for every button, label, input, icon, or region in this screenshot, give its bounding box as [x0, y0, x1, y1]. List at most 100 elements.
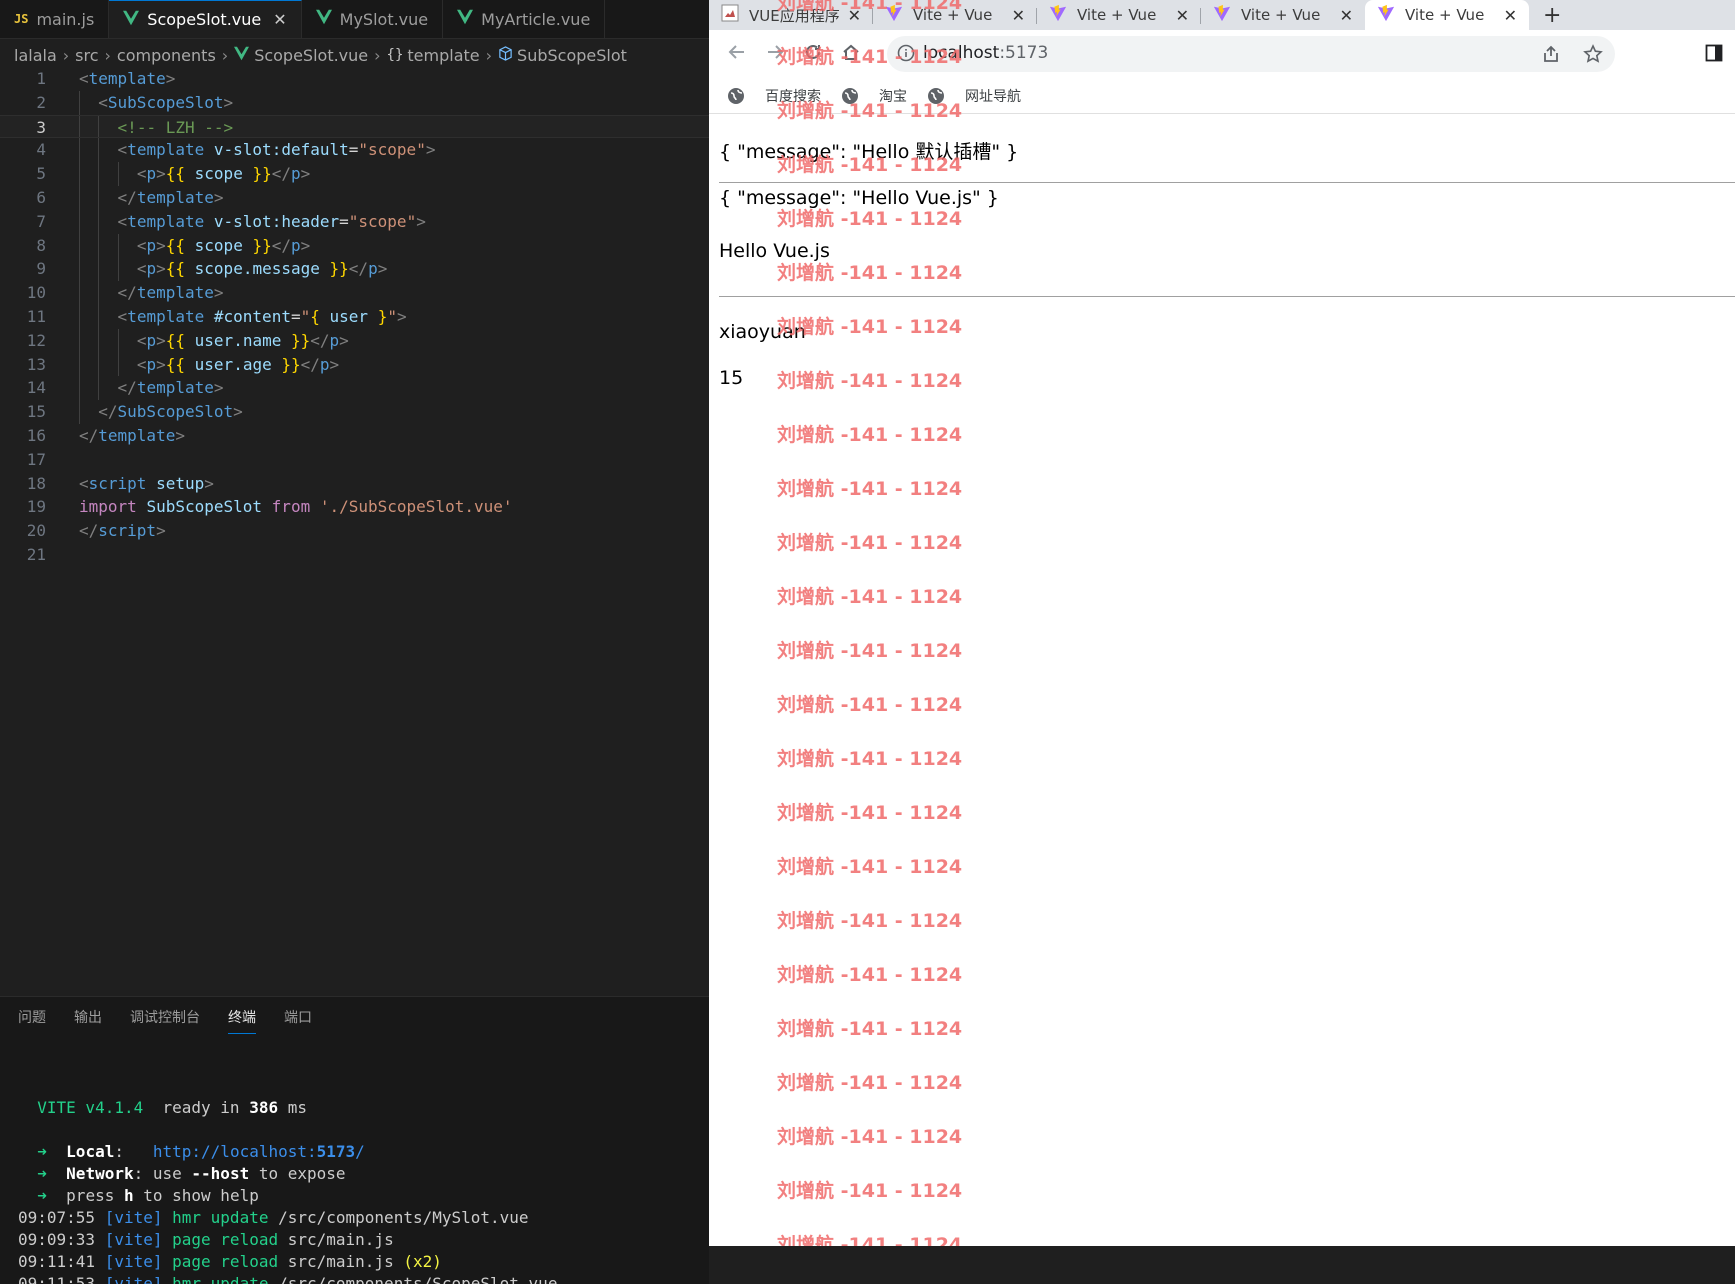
code-line[interactable]: 6 </template>: [0, 185, 709, 210]
terminal-line: 09:09:33 [vite] page reload src/main.js: [18, 1229, 557, 1251]
editor-tab-main-js[interactable]: JS main.js: [0, 0, 110, 38]
browser-tab[interactable]: Vite + Vue ✕: [1201, 0, 1365, 30]
close-icon[interactable]: ✕: [1340, 6, 1353, 25]
breadcrumb-item[interactable]: ScopeSlot.vue: [254, 46, 368, 65]
terminal-line: ➜ Local: http://localhost:5173/: [18, 1141, 557, 1163]
panel-tab[interactable]: 问题: [18, 1007, 46, 1034]
code-text: <SubScopeSlot>: [98, 91, 233, 115]
browser-tab[interactable]: Vite + Vue ✕: [1037, 0, 1201, 30]
terminal-output[interactable]: VITE v4.1.4 ready in 386 ms ➜ Local: htt…: [18, 1075, 557, 1284]
editor-tab-scopeslot-vue[interactable]: ScopeSlot.vue ✕: [109, 0, 302, 38]
editor-tab-myarticle-vue[interactable]: MyArticle.vue: [443, 0, 606, 38]
editor-tab-label: ScopeSlot.vue: [147, 10, 262, 29]
breadcrumb-item[interactable]: SubScopeSlot: [517, 46, 627, 65]
code-line[interactable]: 10 </template>: [0, 281, 709, 305]
code-line[interactable]: 14 </template>: [0, 376, 709, 401]
bookmark-item[interactable]: 百度搜索: [727, 86, 821, 106]
breadcrumb-item[interactable]: components: [117, 46, 216, 65]
panel-tab[interactable]: 调试控制台: [130, 1007, 200, 1034]
code-token: >: [416, 211, 426, 231]
code-line[interactable]: 1 <template>: [0, 67, 709, 91]
code-token: >: [213, 283, 224, 303]
code-line[interactable]: 9 <p>{{ scope.message }}</p>: [0, 257, 709, 282]
terminal-text: VITE v4.1.4: [18, 1098, 144, 1117]
sidebar-icon[interactable]: [1705, 44, 1723, 66]
code-area[interactable]: 1 <template> 2 <SubScopeSlot> 3 <!-- LZH --> 4…: [0, 67, 709, 567]
user-age: 15: [719, 367, 744, 389]
reload-icon[interactable]: [803, 42, 823, 67]
code-line[interactable]: 16 </template>: [0, 424, 709, 448]
code-token: </: [79, 521, 99, 541]
breadcrumb-item[interactable]: template: [407, 46, 479, 65]
panel-tab[interactable]: 输出: [74, 1007, 102, 1034]
panel-tab[interactable]: 端口: [284, 1007, 312, 1034]
new-tab-button[interactable]: +: [1543, 3, 1561, 28]
code-token: </: [117, 378, 137, 398]
code-line[interactable]: 20 </script>: [0, 519, 709, 543]
code-line[interactable]: 4 <template v-slot:default="scope">: [0, 138, 709, 163]
indent-guide: [117, 257, 119, 282]
code-text: <p>{{ scope }}</p>: [137, 234, 310, 258]
breadcrumb-item[interactable]: lalala: [14, 46, 57, 65]
bookmark-item[interactable]: 网址导航: [927, 86, 1021, 106]
close-icon[interactable]: ✕: [273, 10, 286, 29]
info-icon[interactable]: [897, 44, 915, 66]
terminal-line: 09:07:55 [vite] hmr update /src/componen…: [18, 1207, 557, 1229]
close-icon[interactable]: ✕: [1504, 6, 1517, 25]
terminal-text: h: [123, 1186, 134, 1205]
code-line[interactable]: 2 <SubScopeSlot>: [0, 90, 709, 115]
terminal-line: 09:11:41 [vite] page reload src/main.js …: [18, 1251, 557, 1273]
chevron-right-icon: ›: [62, 45, 70, 65]
home-icon[interactable]: [841, 42, 861, 67]
code-line[interactable]: 3 <!-- LZH -->: [0, 114, 709, 139]
code-line[interactable]: 12 <p>{{ user.name }}</p>: [0, 328, 709, 353]
forward-icon[interactable]: [765, 42, 785, 67]
code-token: template: [127, 140, 205, 160]
code-token: }: [377, 306, 388, 326]
address-bar[interactable]: localhost:5173: [887, 36, 1615, 72]
code-token: p: [146, 330, 157, 350]
code-line[interactable]: 18 <script setup>: [0, 472, 709, 496]
editor-tab-myslot-vue[interactable]: MySlot.vue: [302, 0, 444, 38]
share-icon[interactable]: [1541, 44, 1561, 68]
code-text: <template #content="{ user }">: [118, 305, 407, 329]
code-text: </template>: [79, 424, 185, 448]
code-line[interactable]: 19 import SubScopeSlot from './SubScopeSl…: [0, 495, 709, 519]
code-token: scope: [194, 164, 243, 184]
code-line[interactable]: 11 <template #content="{ user }">: [0, 304, 709, 329]
close-icon[interactable]: ✕: [1012, 6, 1025, 25]
code-token: p: [291, 164, 301, 184]
browser-tab[interactable]: Vite + Vue ✕: [1365, 0, 1529, 30]
terminal-text: 5173: [316, 1142, 356, 1161]
breadcrumb-item[interactable]: src: [75, 46, 98, 65]
code-text: </script>: [79, 519, 166, 543]
code-line[interactable]: 21: [0, 543, 709, 567]
back-icon[interactable]: [727, 42, 747, 67]
bookmark-label: 网址导航: [965, 88, 1021, 105]
code-line[interactable]: 13 <p>{{ user.age }}</p>: [0, 352, 709, 377]
browser-tab[interactable]: Vite + Vue ✕: [873, 0, 1037, 30]
close-icon[interactable]: ✕: [1176, 6, 1189, 25]
star-icon[interactable]: [1583, 44, 1603, 68]
code-line[interactable]: 8 <p>{{ scope }}</p>: [0, 233, 709, 258]
terminal-text: [vite]: [104, 1274, 163, 1284]
code-token: </: [117, 283, 137, 303]
code-line[interactable]: 5 <p>{{ scope }}</p>: [0, 162, 709, 186]
panel-tab[interactable]: 终端: [228, 1007, 256, 1034]
terminal-text: (x2): [403, 1252, 442, 1271]
code-token: >: [213, 378, 224, 398]
line-number: 2: [36, 92, 46, 112]
close-icon[interactable]: ✕: [848, 6, 861, 25]
code-line[interactable]: 7 <template v-slot:header="scope">: [0, 209, 709, 234]
code-token: p: [146, 235, 157, 255]
bookmark-item[interactable]: 淘宝: [841, 86, 907, 106]
taskbar-strip: [709, 1246, 1735, 1284]
browser-tab[interactable]: VUE应用程序 ✕: [709, 0, 873, 30]
terminal-text: 09:07:55: [18, 1208, 105, 1227]
code-line[interactable]: 15 </SubScopeSlot>: [0, 400, 709, 424]
terminal-text: hmr update: [162, 1274, 279, 1284]
code-line[interactable]: 17: [0, 448, 709, 472]
